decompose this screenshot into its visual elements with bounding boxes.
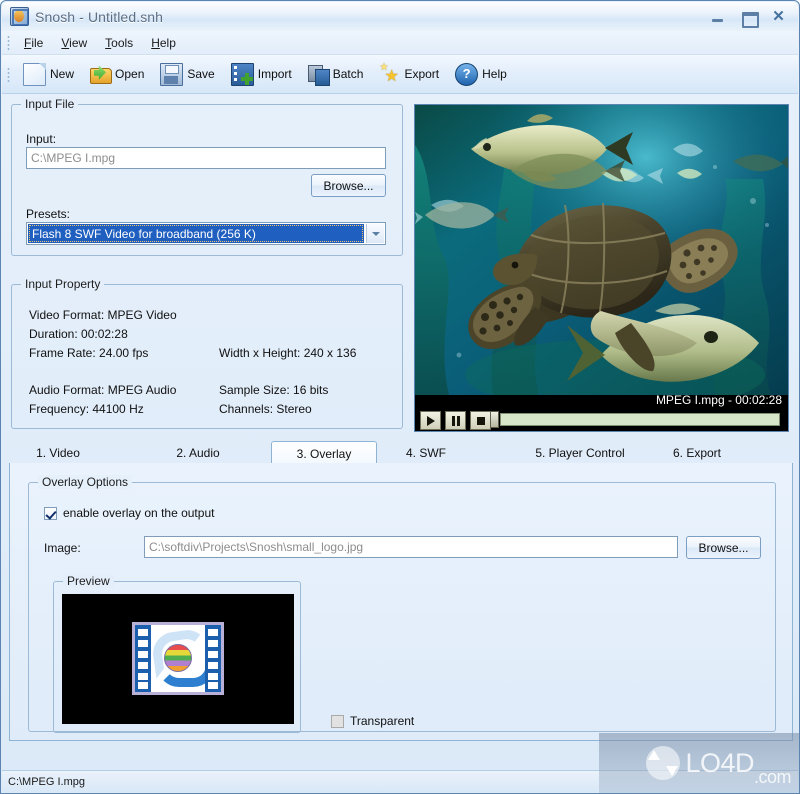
presets-selected-value: Flash 8 SWF Video for broadband (256 K) [28,224,364,243]
overlay-logo-image [132,622,224,695]
pause-button[interactable] [445,411,466,430]
filmstrip-right-icon [205,625,221,692]
toolbar-open-button[interactable]: Open [82,58,152,91]
toolbar-import-label: Import [257,67,292,81]
video-preview-panel[interactable]: MPEG I.mpg - 00:02:28 [414,104,789,432]
overlay-preview-title: Preview [63,574,114,588]
tab-overlay[interactable]: 3. Overlay [271,441,377,465]
logo-rainbow-ball-icon [164,644,192,672]
filmstrip-left-icon [135,625,151,692]
close-button[interactable]: ✕ [768,8,789,25]
title-bar: Snosh - Untitled.snh ✕ [2,2,798,31]
application-window: Snosh - Untitled.snh ✕ File View Tools H… [0,0,800,794]
floppy-disk-icon [160,62,184,86]
overlay-image-path-field[interactable]: C:\softdiv\Projects\Snosh\small_logo.jpg [144,536,678,558]
chevron-down-icon[interactable] [366,224,384,243]
overlay-browse-button[interactable]: Browse... [686,536,761,559]
toolbar: New Open Save Import Batch Export Help [2,55,798,94]
checkbox-check-icon [44,506,57,520]
channels-text: Channels: Stereo [219,402,312,416]
toolbar-save-label: Save [187,67,215,81]
open-folder-icon [90,64,113,85]
toolbar-export-label: Export [404,67,440,81]
transparent-checkbox[interactable]: Transparent [331,714,414,728]
overlay-options-group-title: Overlay Options [38,475,133,489]
tab-audio[interactable]: 2. Audio [157,443,239,463]
transparent-label: Transparent [350,714,415,728]
app-icon [10,7,29,26]
input-file-group-title: Input File [21,97,79,111]
input-label: Input: [26,132,57,146]
player-status-text: MPEG I.mpg - 00:02:28 [655,393,782,407]
export-stars-icon [379,62,400,86]
toolbar-save-button[interactable]: Save [152,58,222,91]
toolbar-new-button[interactable]: New [15,58,82,91]
frame-rate-text: Frame Rate: 24.00 fps [29,346,149,360]
toolbar-grip-handle[interactable] [7,66,10,82]
presets-label: Presets: [26,207,71,221]
input-path-field[interactable]: C:\MPEG I.mpg [26,147,386,169]
new-document-icon [23,62,46,86]
toolbar-open-label: Open [115,67,145,81]
enable-overlay-checkbox[interactable]: enable overlay on the output [44,506,214,520]
status-bar-text: C:\MPEG I.mpg [8,775,86,788]
frequency-text: Frequency: 44100 Hz [29,402,144,416]
enable-overlay-label: enable overlay on the output [63,506,215,520]
overlay-preview-group: Preview [53,574,301,733]
duration-text: Duration: 00:02:28 [29,327,128,341]
tab-video[interactable]: 1. Video [17,443,99,463]
tab-swf[interactable]: 4. SWF [395,443,457,463]
seek-slider[interactable] [490,411,780,428]
seek-slider-thumb[interactable] [490,411,499,428]
menu-tools[interactable]: Tools [96,33,142,53]
tab-player-control[interactable]: 5. Player Control [521,443,639,463]
toolbar-export-button[interactable]: Export [371,58,447,91]
menu-file[interactable]: File [15,33,52,53]
batch-films-icon [307,64,330,86]
toolbar-new-label: New [50,67,75,81]
presets-combobox[interactable]: Flash 8 SWF Video for broadband (256 K) [26,222,386,245]
toolbar-batch-label: Batch [332,67,364,81]
menu-view[interactable]: View [52,33,96,53]
checkbox-empty-icon [331,714,344,728]
toolbar-import-button[interactable]: Import [223,58,300,91]
toolbar-batch-button[interactable]: Batch [300,58,372,91]
window-controls: ✕ [708,8,789,28]
audio-format-text: Audio Format: MPEG Audio [29,383,177,397]
play-button[interactable] [420,411,441,430]
window-title: Snosh - Untitled.snh [35,8,164,25]
tab-export[interactable]: 6. Export [657,443,737,463]
toolbar-help-button[interactable]: Help [447,58,515,91]
seek-slider-track[interactable] [500,413,780,426]
input-property-group-title: Input Property [21,277,105,291]
aquarium-scene-illustration [415,105,788,395]
minimize-button[interactable] [708,8,729,25]
toolbar-help-label: Help [482,67,507,81]
menu-grip-handle[interactable] [7,35,10,50]
overlay-preview-canvas [62,594,294,724]
dimensions-text: Width x Height: 240 x 136 [219,346,357,360]
video-format-text: Video Format: MPEG Video [29,308,177,322]
menu-help[interactable]: Help [142,33,185,53]
maximize-button[interactable] [738,8,759,28]
overlay-image-label: Image: [44,541,81,555]
status-bar: C:\MPEG I.mpg [2,770,798,792]
help-question-icon [455,62,479,86]
player-transport-controls [420,411,491,430]
menu-bar: File View Tools Help [2,31,798,55]
stop-button[interactable] [470,411,491,430]
input-browse-button[interactable]: Browse... [311,174,386,197]
sample-size-text: Sample Size: 16 bits [219,383,329,397]
video-frame-image [415,105,788,395]
import-film-icon [230,62,254,86]
tab-strip: 1. Video 2. Audio 3. Overlay 4. SWF 5. P… [9,441,793,465]
